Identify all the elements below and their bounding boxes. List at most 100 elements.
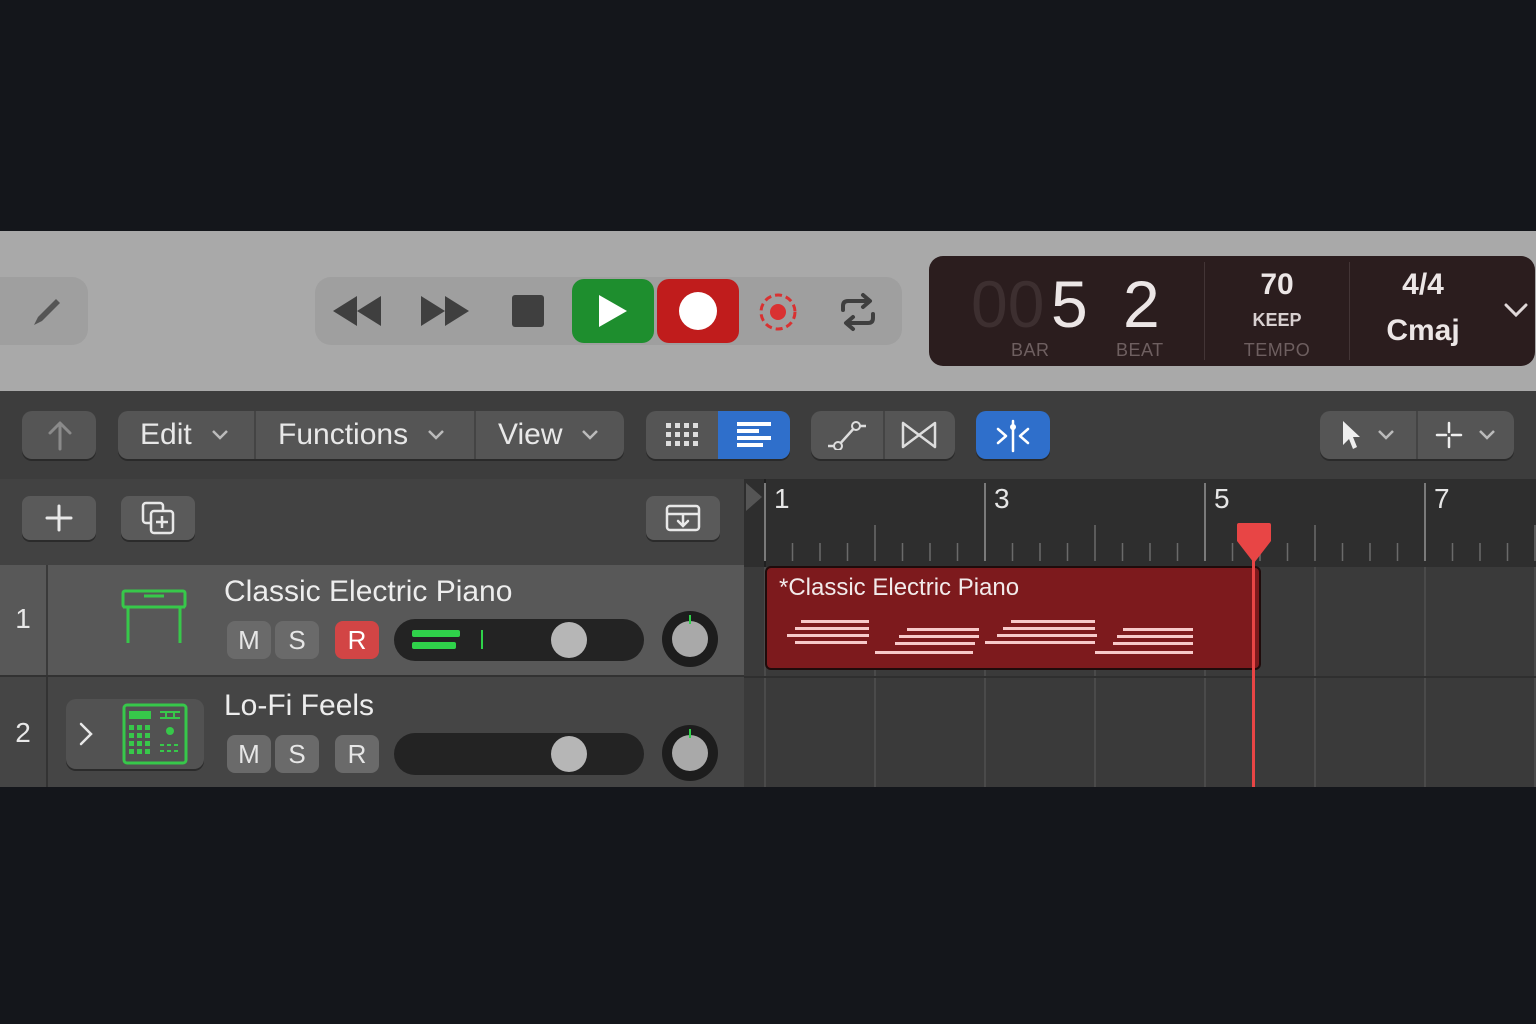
pencil-icon [34,299,60,325]
volume-slider[interactable] [394,733,644,775]
snap-alignment-button[interactable] [976,411,1050,459]
automation-group [811,411,955,459]
playhead-handle-icon[interactable] [1233,521,1275,565]
control-bar: 00 5 2 BAR BEAT 70 KEEP TEMPO 4/4 Cmaj [0,231,1536,391]
pan-knob[interactable] [662,611,718,667]
ruler-ticks [764,483,1536,561]
pan-knob-cap [672,735,708,771]
lcd-chevron-down-icon[interactable] [1503,300,1529,320]
beat-value: 2 [1123,267,1160,341]
lcd-display[interactable]: 00 5 2 BAR BEAT 70 KEEP TEMPO 4/4 Cmaj [929,256,1535,366]
bar-ruler[interactable]: 1 3 5 7 [744,479,1536,567]
automation-curve-icon [828,421,866,450]
drum-machine-folder[interactable] [66,699,204,769]
track-number-divider [46,565,48,675]
list-icon [737,422,771,447]
mute-button[interactable]: M [227,621,271,659]
pan-knob[interactable] [662,725,718,781]
menu-divider [474,411,476,459]
level-meter-right [412,642,456,649]
pan-indicator [689,615,691,624]
tempo-value: 70 [1260,268,1294,301]
pan-knob-cap [672,621,708,657]
edit-menu[interactable]: Edit [140,411,230,459]
pointer-tool-icon [1343,421,1360,449]
flex-button[interactable] [883,411,955,459]
right-click-tool-menu[interactable] [1418,411,1514,459]
track-number-divider [46,677,48,787]
automation-button[interactable] [811,411,883,459]
volume-slider[interactable] [394,619,644,661]
ruler-marker: 7 [1434,483,1450,514]
solo-button[interactable]: S [275,621,319,659]
playhead-line [1252,531,1255,787]
record-button[interactable] [657,279,739,343]
download-tray-icon [665,504,701,532]
flex-time-icon [901,421,937,449]
track-number: 1 [15,603,31,634]
chevron-down-icon [211,430,228,440]
track-name: Lo-Fi Feels [224,689,375,722]
tool-menus [1320,411,1514,459]
crosshair-tool-icon [1435,421,1463,449]
level-meter-left [412,630,460,637]
duplicate-track-button[interactable] [121,496,195,540]
fast-forward-icon [421,296,469,326]
view-menu-label: View [498,418,563,451]
edit-pencil-button[interactable] [0,277,88,345]
record-enable-button[interactable]: R [335,621,379,659]
local-menus: Edit Functions View [118,411,624,459]
drum-machine-icon [122,703,188,765]
key-signature: Cmaj [1386,314,1460,347]
rewind-icon [333,296,381,326]
add-track-button[interactable] [22,496,96,540]
volume-slider-handle[interactable] [551,736,587,772]
track-number: 2 [15,717,31,748]
cycle-icon [841,293,875,331]
grid-icon [666,423,698,446]
capture-recording-icon [759,293,797,331]
beat-label: BEAT [1116,340,1164,360]
stop-button[interactable] [504,289,552,333]
stop-icon [512,295,544,327]
list-view-button[interactable] [718,411,790,459]
left-click-tool-menu[interactable] [1320,411,1416,459]
ruler-marker: 1 [774,483,790,514]
track-row[interactable]: 2 Lo-Fi Feels M S R [0,677,744,787]
track-name: Classic Electric Piano [224,575,513,608]
chevron-down-icon [428,430,444,440]
mute-button[interactable]: M [227,735,271,773]
tracks-toolbar: Edit Functions View [0,391,1536,479]
track-headers: 1 Classic Electric Piano M S R 2 Lo-Fi F… [0,479,744,787]
record-enable-button[interactable]: R [335,735,379,773]
menu-divider [254,411,256,459]
grid-view-button[interactable] [646,411,718,459]
tempo-label: TEMPO [1243,340,1311,360]
ruler-marker: 5 [1214,483,1230,514]
catch-button[interactable] [22,411,96,459]
tempo-mode: KEEP [1252,310,1302,330]
plus-icon [45,504,73,532]
electric-piano-icon [121,589,187,643]
record-icon [679,292,717,330]
rewind-button[interactable] [325,291,389,331]
pan-indicator [689,729,691,738]
play-button[interactable] [572,279,654,343]
functions-menu-label: Functions [278,418,409,451]
volume-slider-handle[interactable] [551,622,587,658]
midi-region[interactable]: *Classic Electric Piano [765,566,1261,670]
capture-recording-button[interactable] [752,289,804,335]
view-menu[interactable]: View [498,411,600,459]
download-button[interactable] [646,496,720,540]
cycle-button[interactable] [830,289,886,335]
chevron-right-icon[interactable] [78,721,94,747]
peak-indicator [481,630,483,649]
time-signature: 4/4 [1402,268,1444,301]
chevron-down-icon [582,430,599,440]
track-row[interactable]: 1 Classic Electric Piano M S R [0,565,744,675]
logic-window: 00 5 2 BAR BEAT 70 KEEP TEMPO 4/4 Cmaj E… [0,231,1536,787]
chevron-down-icon [1378,430,1394,440]
fast-forward-button[interactable] [413,291,477,331]
functions-menu[interactable]: Functions [278,411,446,459]
solo-button[interactable]: S [275,735,319,773]
